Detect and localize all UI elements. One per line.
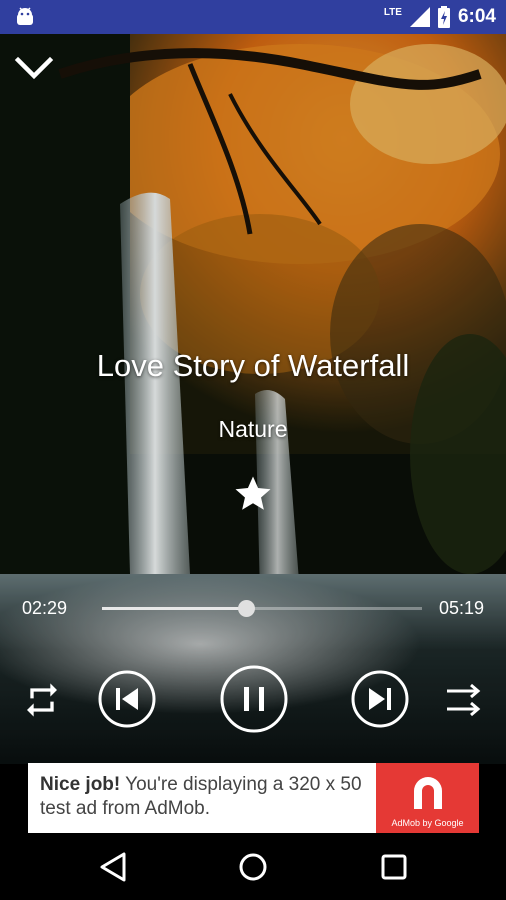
seek-thumb[interactable]: [238, 600, 255, 617]
clock: 6:04: [457, 6, 496, 27]
skip-previous-icon: [98, 670, 156, 728]
current-time: 02:29: [22, 598, 68, 618]
song-title: Love Story of Waterfall: [96, 348, 410, 383]
seek-progress: [102, 607, 246, 610]
admob-caption: AdMob by Google: [391, 818, 464, 828]
ad-headline: Nice job!: [40, 774, 121, 795]
android-icon: [17, 7, 33, 25]
ad-banner[interactable]: Nice job! You're displaying a 320 x 50 t…: [28, 763, 479, 833]
album-artwork: [0, 34, 506, 764]
shuffle-button[interactable]: [444, 680, 484, 720]
recents-icon[interactable]: [376, 849, 412, 885]
seek-bar[interactable]: [102, 600, 422, 618]
network-type: LTE: [383, 6, 402, 18]
previous-button[interactable]: [98, 670, 156, 728]
total-time: 05:19: [438, 598, 484, 618]
battery-icon: [437, 6, 450, 28]
navigation-bar: [0, 833, 506, 900]
repeat-icon: [27, 683, 57, 717]
admob-icon: [414, 777, 442, 809]
skip-next-icon: [351, 670, 409, 728]
chevron-down-icon[interactable]: [14, 52, 54, 84]
artist-name: Nature: [218, 416, 288, 442]
signal-icon: [409, 7, 430, 27]
shuffle-icon: [447, 683, 481, 717]
repeat-button[interactable]: [22, 680, 62, 720]
back-icon[interactable]: [96, 849, 132, 885]
home-icon[interactable]: [235, 849, 271, 885]
pause-icon: [220, 665, 288, 733]
next-button[interactable]: [351, 670, 409, 728]
status-bar: LTE 6:04: [0, 0, 506, 34]
star-icon[interactable]: [232, 473, 274, 515]
admob-logo[interactable]: AdMob by Google: [376, 763, 479, 833]
ad-text: Nice job! You're displaying a 320 x 50 t…: [40, 773, 370, 821]
play-pause-button[interactable]: [219, 664, 289, 734]
